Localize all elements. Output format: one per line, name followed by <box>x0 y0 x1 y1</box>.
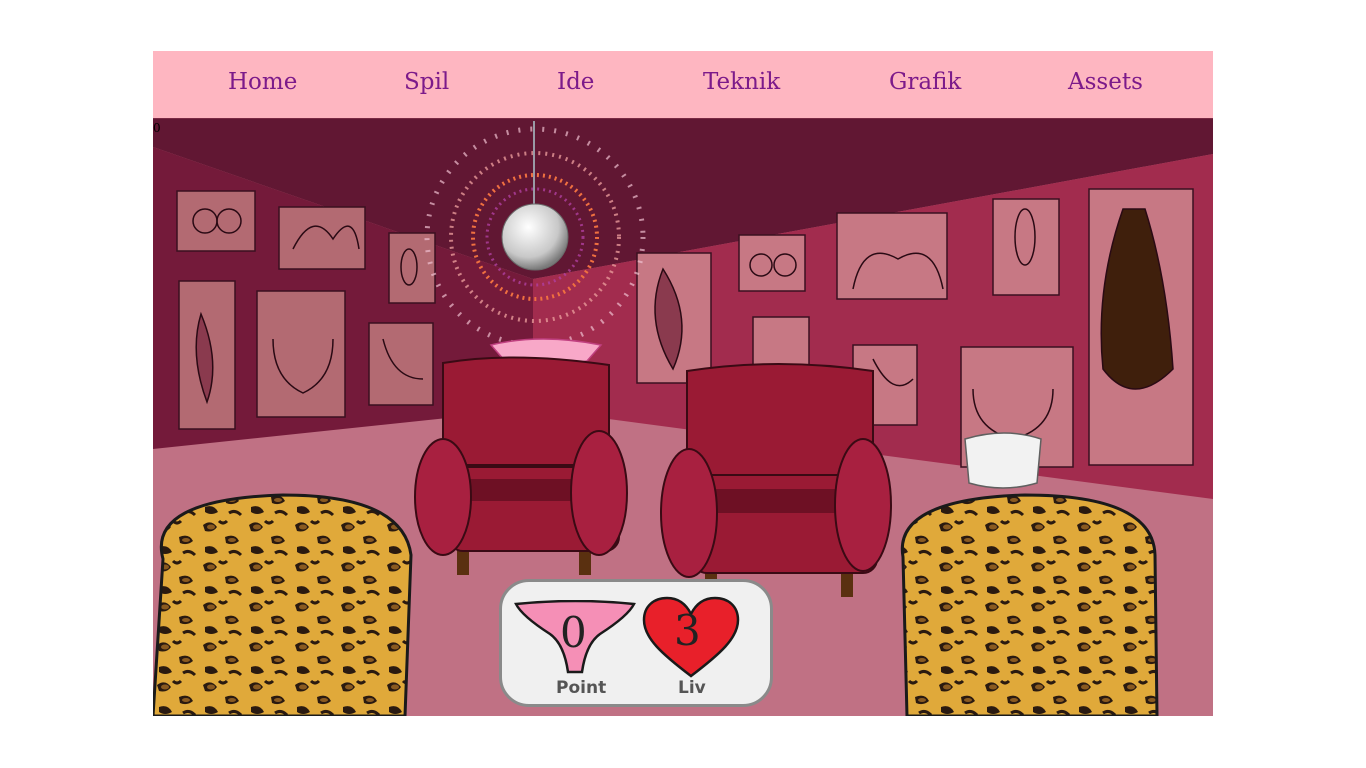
nav-grafik-link[interactable]: Grafik <box>889 69 961 95</box>
score-hud: 0 Point 3 Liv <box>499 579 773 707</box>
game-page: Home Spil Ide Teknik Grafik Assets 0 0 P… <box>153 51 1213 716</box>
disco-ball <box>501 203 569 271</box>
debug-counter: 0 <box>153 121 161 135</box>
underwear-collectible[interactable] <box>964 432 1042 489</box>
picture-frame <box>176 190 256 252</box>
nav-assets-link[interactable]: Assets <box>1068 69 1143 95</box>
points-label: Point <box>556 678 607 698</box>
picture-frame <box>278 206 366 270</box>
left-armchair <box>414 356 628 575</box>
lives-label: Liv <box>678 678 706 698</box>
lives-value: 3 <box>674 606 701 655</box>
right-armchair <box>660 363 892 597</box>
picture-frame <box>992 198 1060 296</box>
nav-ide-link[interactable]: Ide <box>557 69 594 95</box>
nav-teknik-link[interactable]: Teknik <box>703 69 780 95</box>
picture-frame <box>368 322 434 406</box>
top-navigation: Home Spil Ide Teknik Grafik Assets <box>153 51 1213 119</box>
nav-spil-link[interactable]: Spil <box>404 69 449 95</box>
nav-home-link[interactable]: Home <box>228 69 297 95</box>
right-leopard-cushion <box>900 493 1159 716</box>
picture-frame <box>388 232 436 304</box>
points-value: 0 <box>560 608 587 657</box>
left-leopard-cushion <box>153 493 413 716</box>
